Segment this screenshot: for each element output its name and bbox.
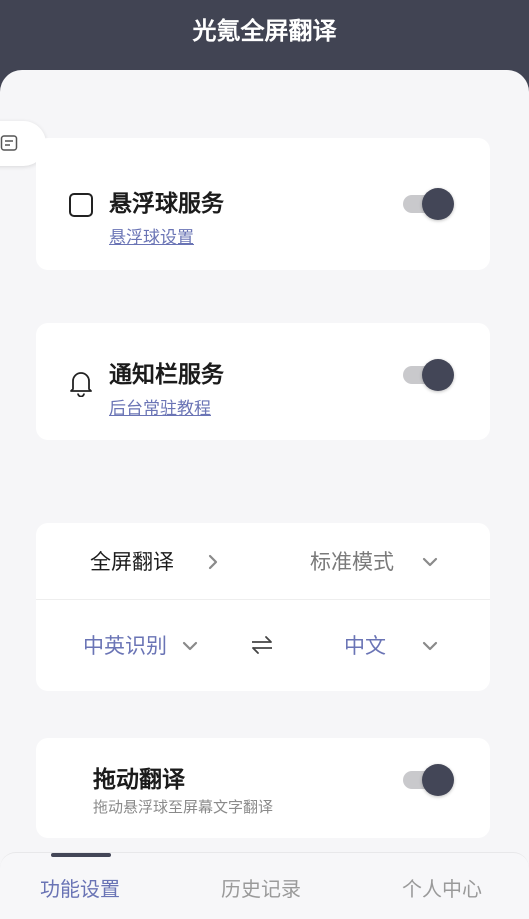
toggle-knob	[422, 188, 454, 220]
chevron-down-icon[interactable]	[422, 640, 438, 652]
checkbox-square-icon[interactable]	[68, 192, 94, 218]
drag-translate-title: 拖动翻译	[93, 767, 185, 793]
drag-translate-subtitle: 拖动悬浮球至屏幕文字翻译	[93, 798, 274, 816]
nav-item-feature-settings[interactable]: 功能设置	[40, 876, 120, 902]
bell-icon	[70, 372, 92, 397]
nav-item-history[interactable]: 历史记录	[221, 876, 301, 902]
fullscreen-translate-label[interactable]: 全屏翻译	[90, 548, 174, 576]
bottom-nav: 功能设置 历史记录 个人中心	[0, 852, 529, 919]
chevron-down-icon[interactable]	[182, 640, 198, 652]
float-settings-link[interactable]: 悬浮球设置	[109, 227, 194, 249]
float-service-title: 悬浮球服务	[109, 191, 224, 217]
notification-service-card: 通知栏服务 后台常驻教程	[36, 323, 490, 440]
page-title: 光氪全屏翻译	[192, 17, 337, 45]
float-service-toggle[interactable]	[403, 188, 455, 220]
drag-translate-toggle[interactable]	[403, 764, 455, 796]
background-tutorial-link[interactable]: 后台常驻教程	[109, 398, 211, 420]
target-language-select[interactable]: 中文	[344, 632, 386, 660]
mode-select[interactable]: 标准模式	[310, 548, 394, 576]
source-language-select[interactable]: 中英识别	[83, 632, 167, 660]
row-divider	[36, 599, 490, 600]
toggle-knob	[422, 359, 454, 391]
nav-active-indicator	[51, 853, 111, 857]
note-icon	[0, 135, 18, 151]
notification-service-toggle[interactable]	[403, 359, 455, 391]
nav-item-profile[interactable]: 个人中心	[402, 876, 482, 902]
swap-arrows-icon[interactable]	[250, 635, 274, 655]
translate-mode-card: 全屏翻译 标准模式 中英识别 中文	[36, 523, 490, 691]
drag-translate-card: 拖动翻译 拖动悬浮球至屏幕文字翻译	[36, 738, 490, 838]
toggle-knob	[422, 764, 454, 796]
notification-service-title: 通知栏服务	[109, 362, 224, 388]
chevron-right-icon[interactable]	[207, 554, 219, 570]
float-service-card: 悬浮球服务 悬浮球设置	[36, 138, 490, 270]
app-header: 光氪全屏翻译	[0, 0, 529, 70]
chevron-down-icon[interactable]	[422, 556, 438, 568]
